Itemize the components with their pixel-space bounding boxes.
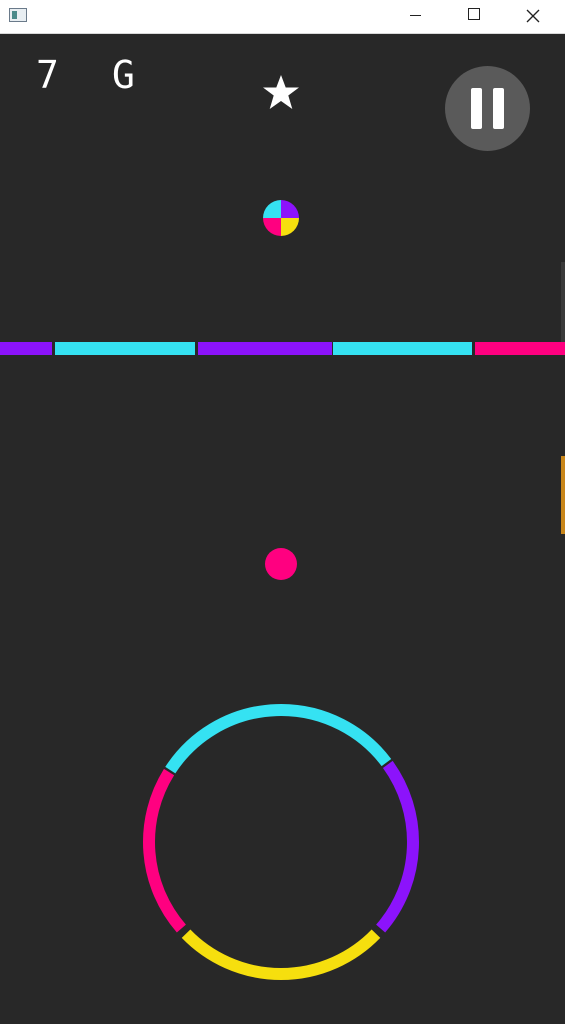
window-titlebar (0, 0, 565, 34)
maximize-button[interactable] (445, 0, 503, 33)
score-counter: 7 (36, 53, 59, 97)
minimize-icon (410, 15, 421, 16)
ring-arc-pink (143, 768, 186, 933)
pause-icon (471, 88, 482, 129)
minimize-button[interactable] (387, 0, 445, 33)
ring-arc-yellow (181, 929, 381, 980)
ring-obstacle (143, 704, 419, 980)
maximize-icon (468, 8, 480, 20)
edge-indicator (561, 456, 565, 534)
switcher-quadrant-cyan (263, 200, 281, 218)
close-button[interactable] (504, 0, 565, 33)
horizontal-bar-obstacle (0, 342, 565, 355)
bar-segment-cyan (55, 342, 195, 355)
switcher-quadrant-yellow (281, 218, 299, 236)
bar-segment-pink (475, 342, 565, 355)
ring-arc-purple (376, 760, 419, 933)
star-icon (263, 75, 299, 109)
app-icon (9, 8, 27, 22)
close-icon (526, 9, 540, 23)
pause-icon (493, 88, 504, 129)
ring-arc-cyan (165, 704, 392, 774)
color-switcher (263, 200, 299, 236)
switcher-quadrant-purple (281, 200, 299, 218)
bar-segment-purple (0, 342, 52, 355)
pause-button[interactable] (445, 66, 530, 151)
bar-segment-cyan (333, 342, 472, 355)
gem-counter: G (112, 53, 135, 97)
switcher-quadrant-pink (263, 218, 281, 236)
edge-indicator (561, 262, 565, 342)
bar-segment-purple (198, 342, 332, 355)
player-ball (265, 548, 297, 580)
